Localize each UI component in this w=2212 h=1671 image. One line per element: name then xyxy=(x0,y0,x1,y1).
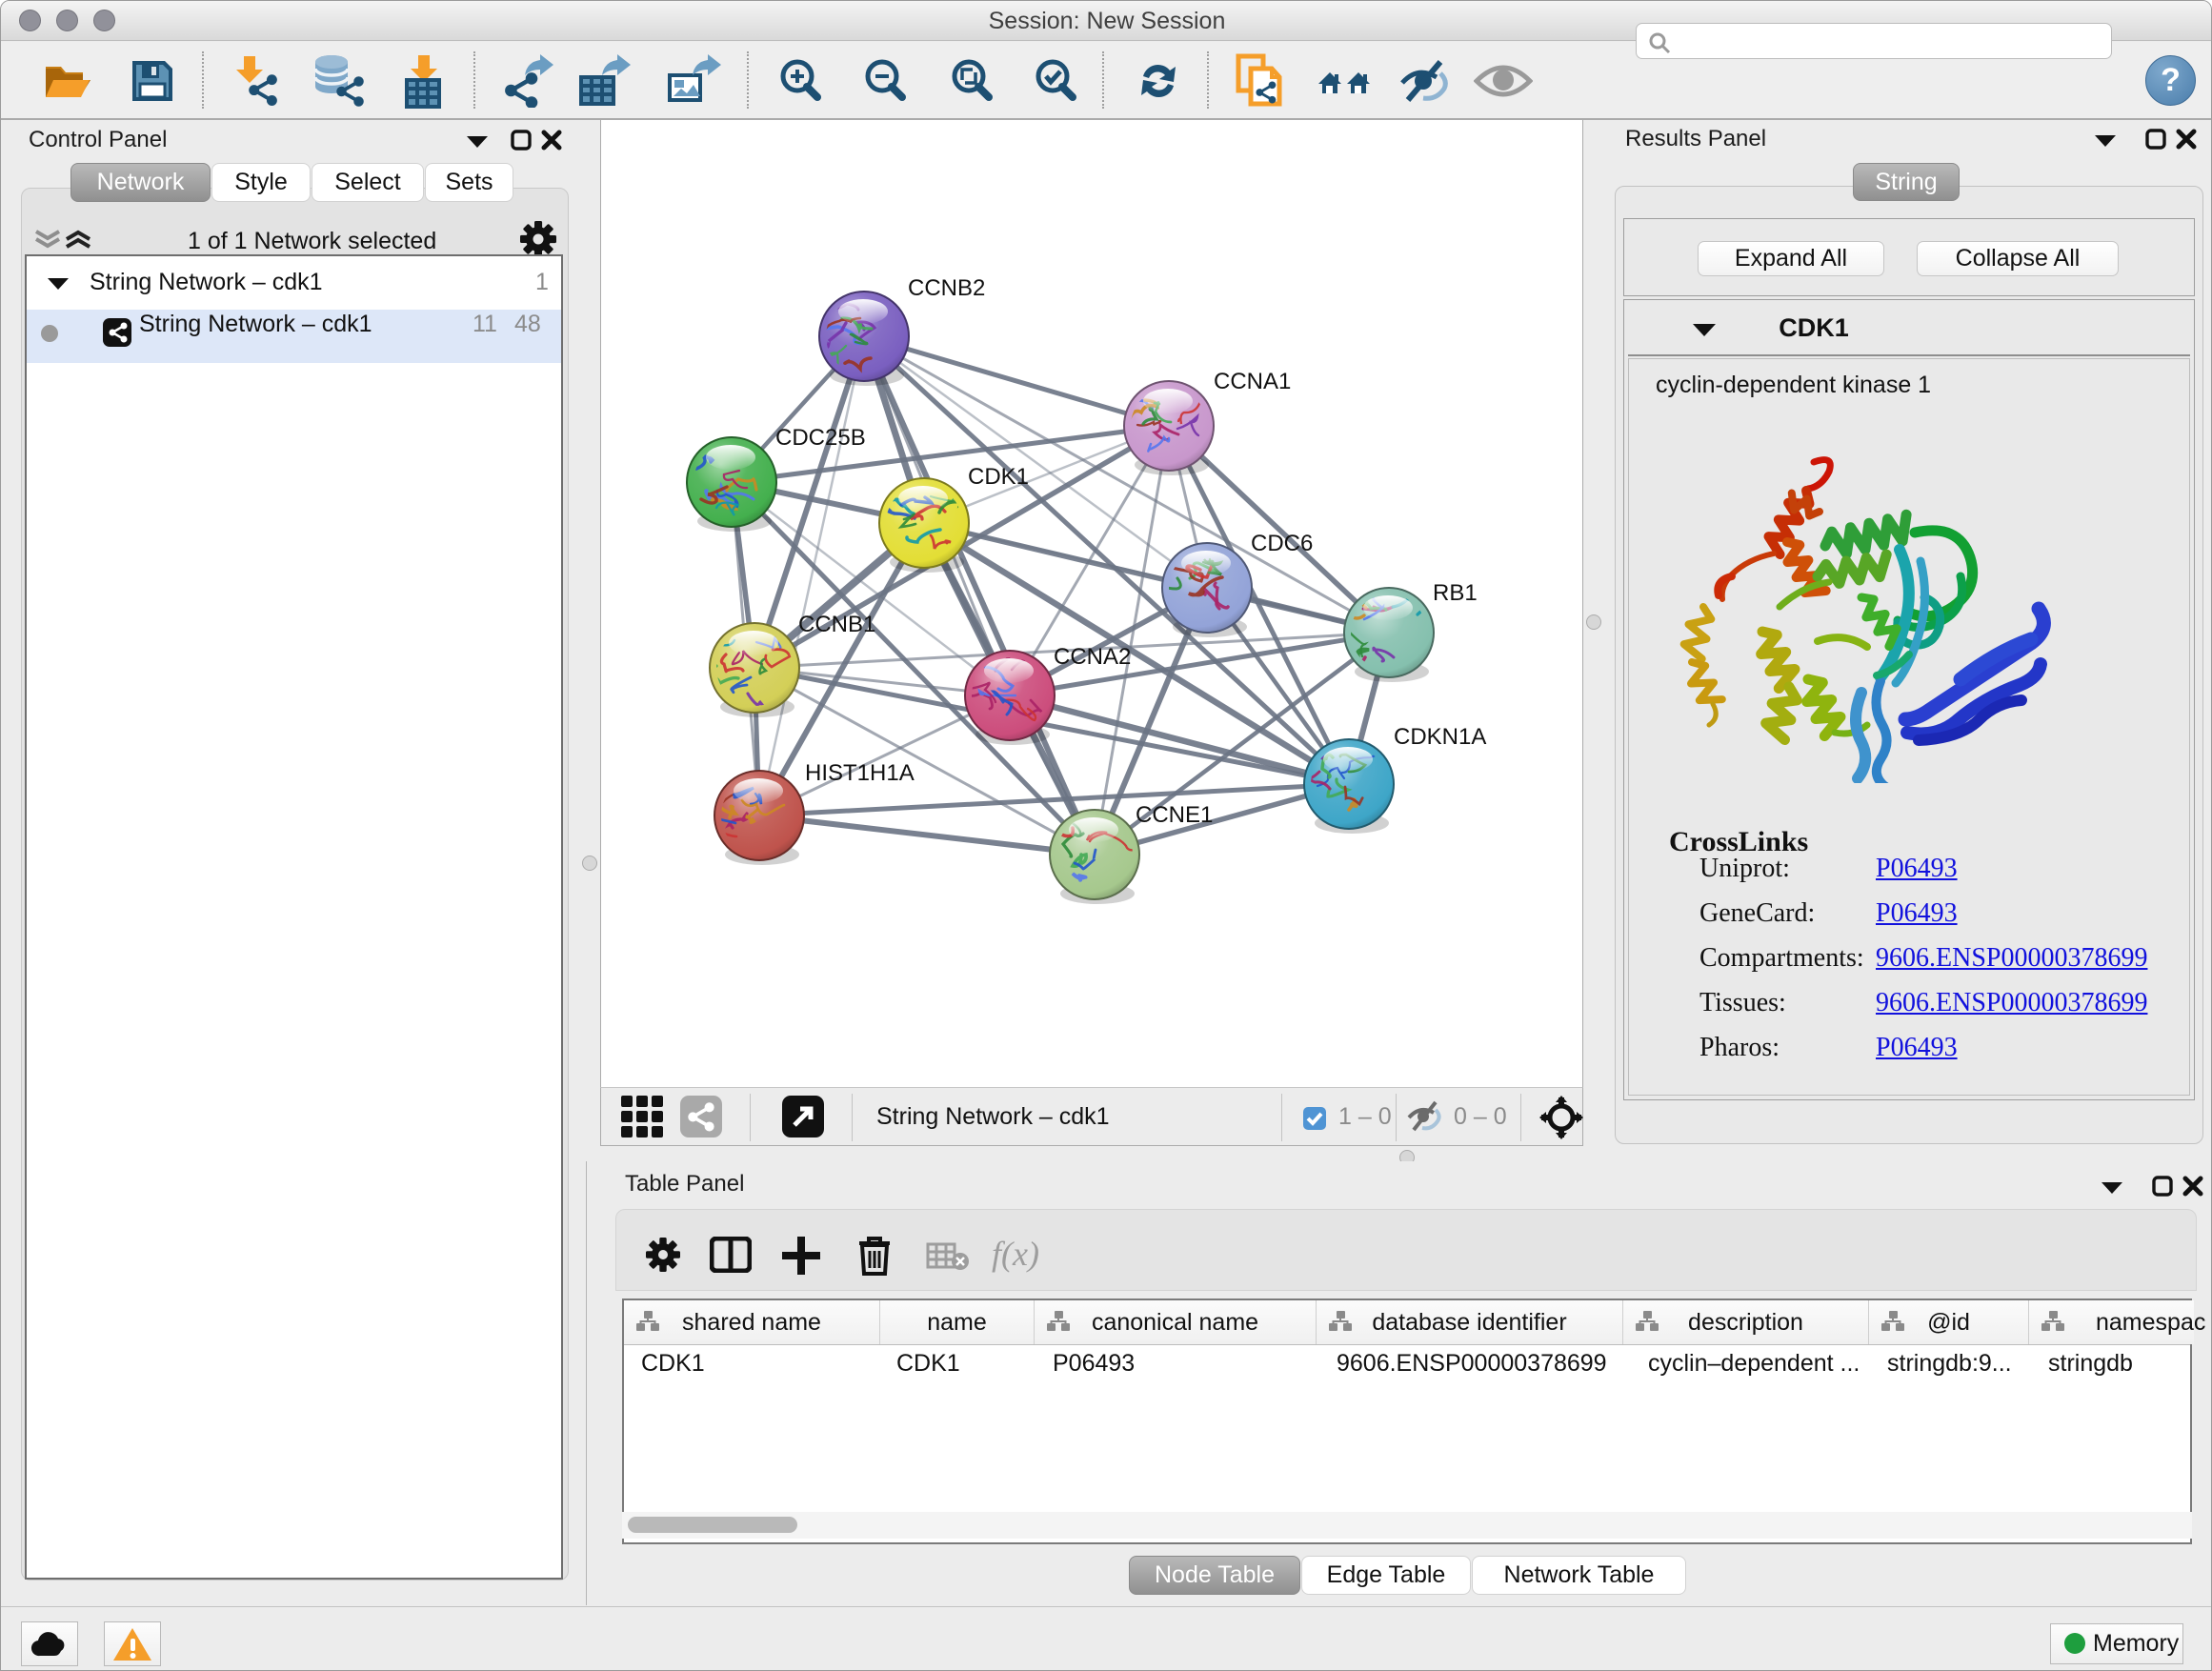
svg-text:CDC6: CDC6 xyxy=(1251,531,1313,556)
svg-text:CDKN1A: CDKN1A xyxy=(1394,724,1486,750)
svg-text:RB1: RB1 xyxy=(1433,580,1478,606)
svg-text:HIST1H1A: HIST1H1A xyxy=(805,760,915,786)
svg-text:CDC25B: CDC25B xyxy=(775,425,866,451)
svg-text:CCNB1: CCNB1 xyxy=(798,612,875,637)
svg-text:CCNE1: CCNE1 xyxy=(1136,802,1213,828)
svg-text:CCNB2: CCNB2 xyxy=(908,275,985,301)
svg-text:CCNA1: CCNA1 xyxy=(1214,369,1291,394)
svg-text:CDK1: CDK1 xyxy=(968,464,1029,490)
svg-text:CCNA2: CCNA2 xyxy=(1054,644,1131,670)
